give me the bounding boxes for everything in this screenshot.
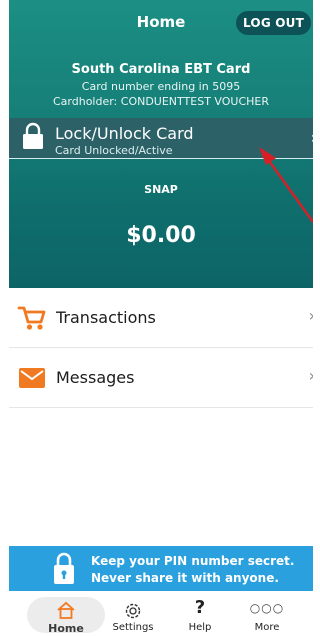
lock-row-divider	[9, 158, 313, 159]
tab-settings-label: Settings	[112, 622, 154, 633]
tab-more-label: More	[254, 622, 280, 633]
benefit-label: SNAP	[144, 183, 178, 196]
logout-button[interactable]: LOG OUT	[236, 11, 311, 35]
gear-icon	[125, 603, 141, 619]
more-icon: ○○○	[249, 601, 285, 615]
tab-home-label: Home	[48, 622, 84, 635]
pin-security-banner: Keep your PIN number secret. Never share…	[9, 546, 313, 591]
cart-icon	[17, 306, 46, 330]
app-frame: Home LOG OUT South Carolina EBT Card Car…	[9, 0, 313, 636]
card-status: Card Unlocked/Active	[55, 144, 173, 157]
lock-icon	[54, 552, 74, 584]
tab-more[interactable]: ○○○ More	[229, 591, 305, 636]
transactions-label: Transactions	[56, 308, 156, 327]
lock-unlock-title: Lock/Unlock Card	[55, 124, 194, 143]
tab-settings[interactable]: Settings	[95, 591, 171, 636]
chevron-right-icon: ›	[311, 128, 313, 147]
lock-icon	[23, 122, 43, 149]
balance-amount: $0.00	[126, 223, 196, 248]
cardholder-name: Cardholder: CONDUENTTEST VOUCHER	[52, 95, 270, 108]
list-item-transactions[interactable]: Transactions ›	[9, 288, 313, 348]
question-icon: ?	[194, 597, 206, 618]
card-summary-panel: Home LOG OUT South Carolina EBT Card Car…	[9, 0, 313, 288]
tab-help-label: Help	[188, 622, 212, 633]
card-name: South Carolina EBT Card	[71, 62, 251, 77]
bottom-navigation: Home Settings ? Help ○○○ More	[9, 591, 313, 636]
tab-help[interactable]: ? Help	[162, 591, 238, 636]
envelope-icon	[19, 368, 45, 388]
card-number: Card number ending in 5095	[81, 80, 241, 93]
chevron-right-icon: ›	[309, 306, 313, 325]
banner-line-2: Never share it with anyone.	[91, 571, 279, 585]
chevron-right-icon: ›	[309, 366, 313, 385]
app-screen: Home LOG OUT South Carolina EBT Card Car…	[0, 0, 313, 636]
tab-home[interactable]: Home	[28, 591, 104, 636]
menu-list: Transactions › Messages ›	[9, 288, 313, 408]
list-item-messages[interactable]: Messages ›	[9, 348, 313, 408]
messages-label: Messages	[56, 368, 135, 387]
lock-unlock-card-row[interactable]: Lock/Unlock Card Card Unlocked/Active ›	[9, 118, 313, 158]
banner-line-1: Keep your PIN number secret.	[91, 554, 295, 568]
home-icon	[57, 601, 75, 619]
